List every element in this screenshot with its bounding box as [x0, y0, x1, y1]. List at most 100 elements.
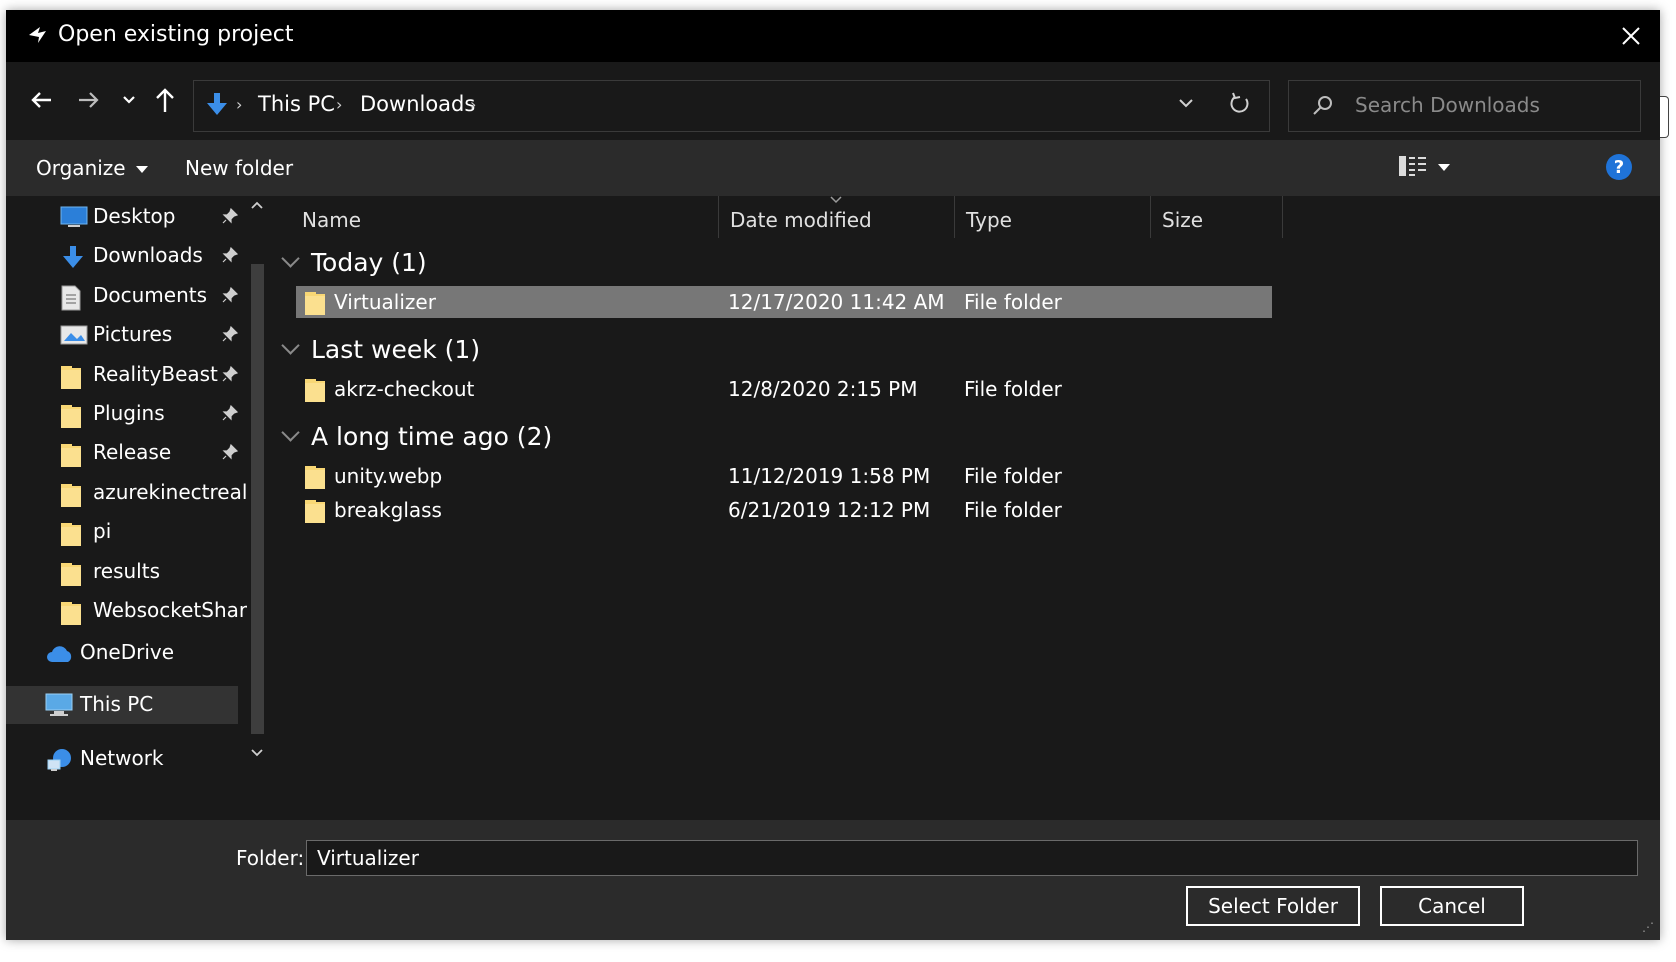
caret-down-icon: [135, 166, 148, 173]
column-name-label: Name: [302, 208, 362, 232]
up-button[interactable]: [150, 82, 180, 118]
change-view-button[interactable]: [1398, 154, 1428, 183]
nav-item-this-pc[interactable]: This PC: [6, 686, 238, 724]
folder-icon: [304, 377, 326, 408]
search-box[interactable]: Search Downloads: [1288, 80, 1641, 132]
nav-pane-scrollbar[interactable]: [247, 196, 268, 820]
document-icon: [60, 285, 82, 315]
cloud-icon: [47, 646, 72, 662]
file-date-modified: 12/8/2020 2:15 PM: [728, 377, 918, 401]
nav-item-azurekinectrealit[interactable]: azurekinectrealit: [6, 474, 261, 512]
resize-grip-icon[interactable]: ⋰: [1642, 920, 1654, 934]
close-icon: [1622, 27, 1640, 45]
pin-icon[interactable]: [222, 444, 239, 464]
folder-icon: [60, 364, 82, 394]
group-header[interactable]: A long time ago (2): [281, 422, 552, 451]
file-row[interactable]: akrz-checkout 12/8/2020 2:15 PM File folde…: [296, 373, 1272, 405]
nav-item-documents[interactable]: Documents: [6, 277, 239, 315]
file-type: File folder: [964, 464, 1062, 488]
search-input[interactable]: Search Downloads: [1355, 93, 1540, 117]
arrow-up-icon: [156, 88, 174, 112]
column-header-name[interactable]: Name: [290, 196, 718, 238]
nav-item-realitybeast[interactable]: RealityBeast: [6, 356, 239, 394]
nav-item-onedrive[interactable]: OneDrive: [6, 634, 238, 672]
nav-item-label: pi: [93, 519, 112, 544]
nav-item-websocketsharp[interactable]: WebsocketSharp: [6, 592, 260, 630]
group-header[interactable]: Today (1): [281, 248, 427, 277]
search-icon: [1313, 96, 1332, 115]
cancel-button[interactable]: Cancel: [1380, 886, 1524, 926]
folder-icon: [304, 498, 326, 529]
nav-item-network[interactable]: Network: [6, 740, 238, 778]
pin-icon[interactable]: [222, 247, 239, 267]
nav-item-label: RealityBeast: [93, 361, 218, 386]
title-bar: Open existing project: [6, 10, 1660, 62]
file-row[interactable]: Virtualizer 12/17/2020 11:42 AM File folde…: [296, 286, 1272, 318]
pin-icon[interactable]: [222, 404, 239, 425]
column-header-type[interactable]: Type: [954, 196, 1150, 238]
view-options-button[interactable]: [1438, 154, 1450, 178]
file-type: File folder: [964, 290, 1062, 314]
nav-item-label: results: [93, 558, 161, 583]
file-type: File folder: [964, 377, 1062, 401]
folder-icon: [304, 464, 326, 495]
computer-icon: [45, 693, 73, 716]
folder-icon: [60, 482, 82, 512]
folder-icon: [60, 403, 82, 433]
address-dropdown-button[interactable]: [1177, 93, 1195, 117]
nav-item-results[interactable]: results: [6, 553, 238, 591]
file-name: unity.webp: [334, 464, 443, 488]
breadcrumb-separator: ›: [236, 95, 243, 114]
breadcrumb-downloads[interactable]: Downloads: [360, 92, 475, 116]
nav-item-downloads[interactable]: Downloads: [6, 237, 239, 275]
folder-icon: [304, 290, 326, 321]
folder-name-input[interactable]: [306, 840, 1638, 876]
column-type-label: Type: [966, 208, 1012, 232]
column-header-date-modified[interactable]: Date modified: [718, 196, 954, 238]
recent-locations-button[interactable]: [118, 82, 140, 118]
nav-item-release[interactable]: Release: [6, 434, 239, 472]
download-arrow-icon: [207, 93, 227, 115]
pin-icon[interactable]: [222, 207, 239, 228]
nav-item-plugins[interactable]: Plugins: [6, 395, 239, 433]
nav-item-desktop[interactable]: Desktop: [6, 198, 239, 236]
column-divider[interactable]: [1282, 196, 1283, 238]
chevron-down-icon: [281, 336, 300, 355]
scrollbar-thumb[interactable]: [251, 264, 264, 734]
select-folder-button[interactable]: Select Folder: [1186, 886, 1360, 926]
navigation-bar: › This PC › Downloads › Search Downloads: [6, 62, 1660, 140]
close-button[interactable]: [1602, 10, 1660, 62]
file-row[interactable]: unity.webp 11/12/2019 1:58 PM File folder: [296, 460, 1272, 492]
file-row[interactable]: breakglass 6/21/2019 12:12 PM File folder: [296, 494, 1272, 526]
group-label: Last week (1): [311, 335, 481, 364]
refresh-button[interactable]: [1229, 91, 1251, 121]
nav-item-pictures[interactable]: Pictures: [6, 316, 239, 354]
breadcrumb-this-pc[interactable]: This PC: [258, 92, 335, 116]
pin-icon[interactable]: [222, 365, 239, 386]
address-bar[interactable]: › This PC › Downloads ›: [193, 80, 1270, 132]
folder-icon: [60, 442, 82, 472]
pin-icon[interactable]: [222, 326, 239, 346]
group-header[interactable]: Last week (1): [281, 335, 481, 364]
help-button[interactable]: ?: [1606, 154, 1632, 180]
scroll-down-icon: [251, 749, 263, 757]
nav-item-pi[interactable]: pi: [6, 513, 238, 551]
arrow-right-icon: [79, 92, 99, 108]
nav-label-onedrive: OneDrive: [80, 640, 175, 664]
forward-button[interactable]: [72, 82, 106, 118]
open-project-dialog: Open existing project › This PC › Downlo…: [6, 10, 1660, 940]
file-name: breakglass: [334, 498, 442, 522]
back-button[interactable]: [24, 82, 58, 118]
column-header-size[interactable]: Size: [1150, 196, 1282, 238]
refresh-icon: [1230, 92, 1249, 113]
nav-label-network: Network: [80, 746, 164, 770]
chevron-down-icon: [281, 423, 300, 442]
breadcrumb-separator: ›: [336, 95, 343, 114]
breadcrumb-separator: ›: [470, 95, 477, 114]
folder-icon: [60, 561, 82, 591]
background-window-edge: [1660, 96, 1669, 138]
view-details-icon: [1399, 156, 1426, 176]
new-folder-button[interactable]: New folder: [185, 156, 293, 180]
organize-menu-button[interactable]: Organize: [36, 156, 148, 180]
pin-icon[interactable]: [222, 286, 239, 307]
